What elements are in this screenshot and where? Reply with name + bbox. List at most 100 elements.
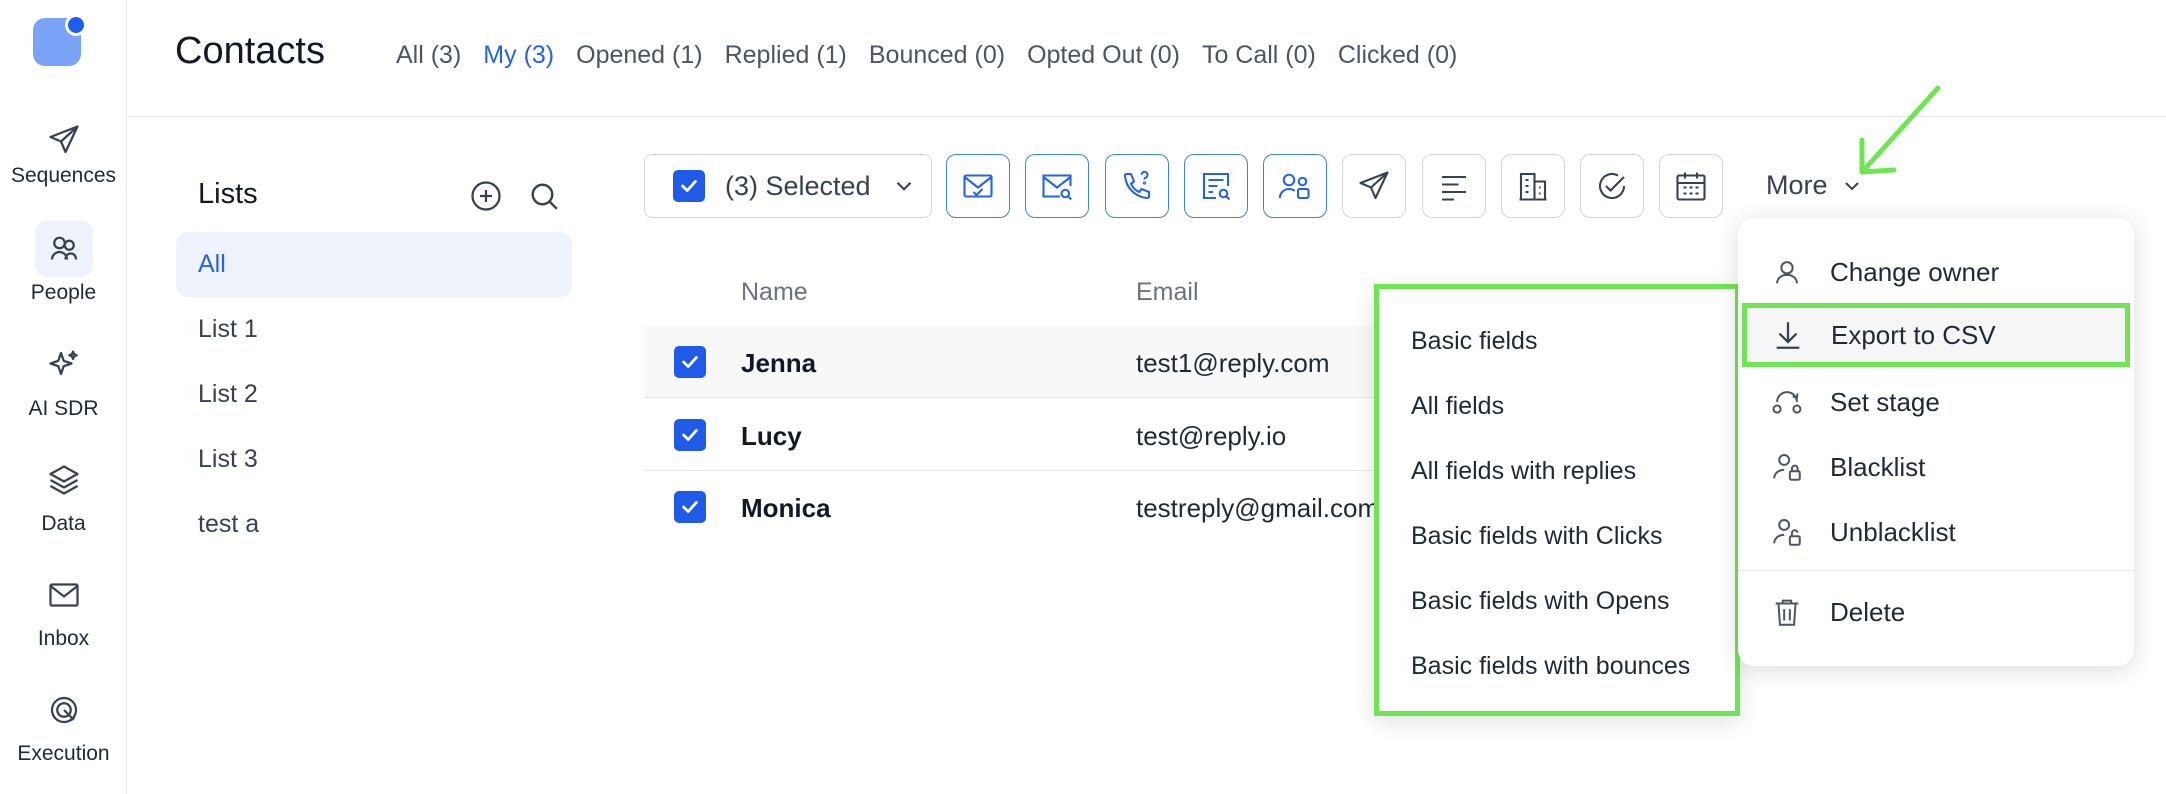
list-item[interactable]: List 1 <box>176 297 572 362</box>
more-label: More <box>1766 170 1828 200</box>
contact-email: testreply@gmail.com <box>1136 493 1380 523</box>
menu-item-label: Change owner <box>1830 256 2000 287</box>
contact-name[interactable]: Lucy <box>741 421 802 452</box>
user-lock-icon <box>1773 453 1801 481</box>
people-icon <box>34 221 93 277</box>
nav-label: Sequences <box>10 164 117 187</box>
email-check-icon <box>963 174 993 198</box>
tab-my[interactable]: My (3) <box>483 41 554 70</box>
list-item[interactable]: List 3 <box>176 427 572 492</box>
nav-label: AI SDR <box>28 397 99 420</box>
contact-email: test@reply.io <box>1136 421 1287 451</box>
nav-item-people[interactable]: People <box>0 221 127 305</box>
send-button[interactable] <box>1342 154 1406 218</box>
contact-name[interactable]: Monica <box>741 493 831 524</box>
nav-item-ai-sdr[interactable]: AI SDR <box>0 337 127 421</box>
export-basic-fields-with-opens[interactable]: Basic fields with Opens <box>1411 587 1669 616</box>
contact-name[interactable]: Jenna <box>741 348 816 379</box>
contact-email: test1@reply.com <box>1136 348 1330 378</box>
column-header-email[interactable]: Email <box>1136 278 1199 307</box>
search-lists-icon[interactable] <box>526 178 562 214</box>
document-search-icon <box>1202 172 1231 201</box>
export-all-fields[interactable]: All fields <box>1411 392 1504 421</box>
schedule-button[interactable] <box>1659 154 1723 218</box>
more-actions-menu: Change owner Export to CSV Set stage Bla… <box>1738 218 2134 666</box>
chevron-down-icon <box>896 181 911 191</box>
calendar-icon <box>1676 172 1706 201</box>
nav-item-data[interactable]: Data <box>0 452 127 536</box>
menu-item-set-stage[interactable]: Set stage <box>1738 370 2134 434</box>
layers-icon <box>35 452 93 508</box>
lists-title: Lists <box>198 178 258 210</box>
row-checkbox[interactable] <box>674 346 706 378</box>
selection-dropdown[interactable]: (3) Selected <box>644 154 932 218</box>
company-button[interactable] <box>1501 154 1565 218</box>
menu-item-label: Delete <box>1830 596 1906 627</box>
list-items: All List 1 List 2 List 3 test a <box>176 232 572 557</box>
assign-users-button[interactable] <box>1263 154 1327 218</box>
align-button[interactable] <box>1422 154 1486 218</box>
tab-to-call[interactable]: To Call (0) <box>1202 41 1316 70</box>
row-checkbox[interactable] <box>674 419 706 451</box>
selected-count-label: (3) Selected <box>725 170 871 201</box>
nav-label: Execution <box>17 742 110 765</box>
trash-icon <box>1775 599 1799 626</box>
tab-clicked[interactable]: Clicked (0) <box>1338 41 1457 70</box>
menu-item-delete[interactable]: Delete <box>1738 580 2134 644</box>
user-unlock-icon <box>1773 518 1801 546</box>
mark-finished-button[interactable] <box>1580 154 1644 218</box>
building-icon <box>1519 172 1547 201</box>
tab-bounced[interactable]: Bounced (0) <box>869 41 1005 70</box>
menu-item-label: Set stage <box>1830 386 1940 417</box>
tab-replied[interactable]: Replied (1) <box>725 41 847 70</box>
list-item-all[interactable]: All <box>176 232 572 297</box>
target-icon <box>35 682 93 738</box>
download-icon <box>1776 322 1800 349</box>
paper-plane-icon <box>1359 171 1389 200</box>
app-logo[interactable] <box>33 14 87 66</box>
menu-item-export-csv[interactable]: Export to CSV <box>1742 303 2130 367</box>
check-circle-icon <box>1598 173 1626 200</box>
menu-item-blacklist[interactable]: Blacklist <box>1738 435 2134 499</box>
menu-item-label: Blacklist <box>1830 451 1926 482</box>
logo-dot <box>65 14 87 36</box>
email-search-icon <box>1042 174 1072 201</box>
find-phone-button[interactable] <box>1105 154 1169 218</box>
list-item[interactable]: test a <box>176 492 572 557</box>
left-nav: Sequences People AI SDR Data Inbox Execu… <box>0 0 127 794</box>
nav-label: People <box>30 281 97 304</box>
export-basic-fields-with-bounces[interactable]: Basic fields with bounces <box>1411 652 1690 681</box>
user-icon <box>1776 261 1798 284</box>
sparkle-icon <box>35 337 93 393</box>
nav-item-inbox[interactable]: Inbox <box>0 567 127 651</box>
export-all-fields-with-replies[interactable]: All fields with replies <box>1411 457 1636 486</box>
menu-item-unblacklist[interactable]: Unblacklist <box>1738 500 2134 564</box>
export-basic-fields-with-clicks[interactable]: Basic fields with Clicks <box>1411 522 1662 551</box>
text-align-icon <box>1442 175 1466 201</box>
nav-label: Data <box>41 512 86 535</box>
add-list-icon[interactable] <box>468 178 504 214</box>
select-all-checkbox[interactable] <box>673 170 705 202</box>
tab-opted-out[interactable]: Opted Out (0) <box>1027 41 1180 70</box>
menu-item-change-owner[interactable]: Change owner <box>1738 240 2134 304</box>
nav-label: Inbox <box>37 627 90 650</box>
annotation-arrow-icon <box>1859 85 1941 175</box>
users-settings-icon <box>1278 173 1310 200</box>
list-item[interactable]: List 2 <box>176 362 572 427</box>
paper-plane-icon <box>35 112 93 168</box>
nav-item-execution[interactable]: Execution <box>0 682 127 766</box>
nav-item-sequences[interactable]: Sequences <box>0 112 127 188</box>
mark-email-button[interactable] <box>946 154 1010 218</box>
row-checkbox[interactable] <box>674 491 706 523</box>
tab-all[interactable]: All (3) <box>396 41 461 70</box>
menu-divider <box>1738 570 2134 571</box>
column-header-name[interactable]: Name <box>741 278 808 307</box>
export-options-submenu: Basic fields All fields All fields with … <box>1374 284 1740 716</box>
export-basic-fields[interactable]: Basic fields <box>1411 327 1537 356</box>
enrich-button[interactable] <box>1184 154 1248 218</box>
envelope-icon <box>35 567 93 623</box>
filter-tabs: All (3) My (3) Opened (1) Replied (1) Bo… <box>396 41 1457 70</box>
find-email-button[interactable] <box>1025 154 1089 218</box>
menu-item-label: Export to CSV <box>1831 319 1996 350</box>
tab-opened[interactable]: Opened (1) <box>576 41 702 70</box>
